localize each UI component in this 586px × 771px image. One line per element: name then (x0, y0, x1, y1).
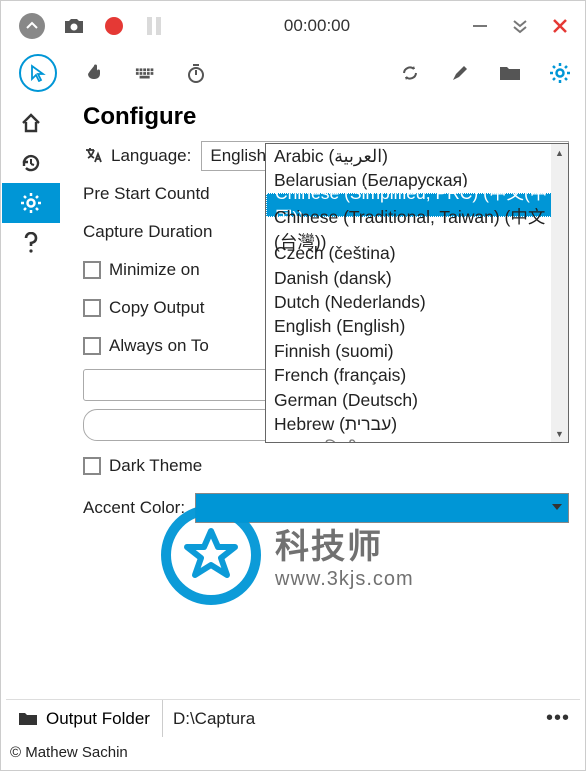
pause-button[interactable] (143, 15, 165, 37)
dark-theme-checkbox[interactable] (83, 457, 101, 475)
page-heading: Configure (83, 103, 569, 131)
nav-history[interactable] (2, 143, 60, 183)
scroll-down-arrow[interactable]: ▼ (551, 425, 568, 442)
folder-icon (18, 711, 38, 727)
minimize-window-button[interactable] (469, 15, 491, 37)
collapse-button[interactable] (19, 13, 45, 39)
copy-output-checkbox[interactable] (83, 299, 101, 317)
tool-row (1, 51, 585, 95)
scroll-up-arrow[interactable]: ▲ (551, 144, 568, 161)
language-option[interactable]: Chinese (Traditional, Taiwan) (中文(台灣)) (266, 217, 568, 241)
output-folder-label: Output Folder (46, 709, 150, 729)
nav-help[interactable] (2, 223, 60, 263)
minimize-label: Minimize on (109, 260, 200, 280)
chevron-down-icon (552, 504, 562, 510)
footer-bar: Output Folder D:\Captura ••• (6, 699, 580, 737)
copyright-text: © Mathew Sachin (10, 739, 580, 765)
language-option[interactable]: Finnish (suomi) (266, 339, 568, 363)
language-option[interactable]: Hebrew (עברית) (266, 412, 568, 436)
language-option[interactable]: Danish (dansk) (266, 266, 568, 290)
output-path[interactable]: D:\Captura (163, 709, 536, 729)
watermark-logo (161, 505, 261, 605)
minimize-checkbox[interactable] (83, 261, 101, 279)
dark-theme-label: Dark Theme (109, 456, 202, 476)
output-folder-tab[interactable]: Output Folder (6, 700, 163, 737)
nav-configure[interactable] (2, 183, 60, 223)
prestart-label: Pre Start Countd (83, 184, 210, 204)
always-on-top-checkbox[interactable] (83, 337, 101, 355)
always-on-top-label: Always on To (109, 336, 209, 356)
watermark: 科技师 www.3kjs.com (161, 505, 414, 605)
record-button[interactable] (103, 15, 125, 37)
watermark-text-1: 科技师 (275, 519, 414, 568)
language-dropdown: Arabic (العربية)Belarusian (Беларуская)C… (265, 143, 569, 443)
language-option[interactable]: Dutch (Nederlands) (266, 290, 568, 314)
nav-home[interactable] (2, 103, 60, 143)
side-nav (1, 95, 61, 770)
sync-button[interactable] (399, 62, 421, 84)
keyboard-button[interactable] (135, 62, 157, 84)
dropdown-scrollbar[interactable]: ▲ ▼ (551, 144, 568, 442)
capture-duration-label: Capture Duration (83, 222, 212, 242)
copy-output-label: Copy Output (109, 298, 204, 318)
cursor-mode-button[interactable] (19, 54, 57, 92)
chevrons-down-icon[interactable] (509, 15, 531, 37)
brush-button[interactable] (449, 62, 471, 84)
settings-gear-button[interactable] (549, 62, 571, 84)
translate-icon (83, 145, 105, 167)
language-option[interactable]: French (français) (266, 364, 568, 388)
language-option[interactable]: Hindi (हिन्दी) (266, 437, 568, 442)
hand-cursor-button[interactable] (85, 62, 107, 84)
screenshot-button[interactable] (63, 15, 85, 37)
watermark-text-2: www.3kjs.com (275, 568, 414, 591)
title-bar: 00:00:00 (1, 1, 585, 51)
timer-button[interactable] (185, 62, 207, 84)
timer-text: 00:00:00 (165, 16, 469, 36)
language-option[interactable]: German (Deutsch) (266, 388, 568, 412)
close-window-button[interactable] (549, 15, 571, 37)
more-button[interactable]: ••• (536, 707, 580, 730)
language-option[interactable]: Arabic (العربية) (266, 144, 568, 168)
configure-panel: Configure Language: English (English) Pr… (61, 95, 585, 770)
main-area: Configure Language: English (English) Pr… (1, 95, 585, 770)
language-option[interactable]: English (English) (266, 315, 568, 339)
folder-button[interactable] (499, 62, 521, 84)
language-label: Language: (111, 146, 191, 166)
